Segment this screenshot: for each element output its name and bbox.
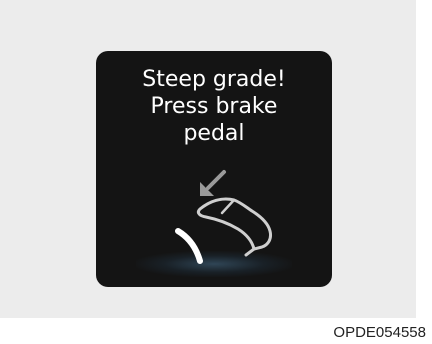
figure-code: OPDE054558 <box>333 324 426 341</box>
brake-illustration <box>175 170 272 264</box>
down-arrow-icon <box>200 170 226 196</box>
figure-frame: Steep grade! Press brake pedal <box>0 0 416 318</box>
brake-pedal-icon <box>175 228 203 264</box>
cluster-display: Steep grade! Press brake pedal <box>96 51 332 287</box>
brake-foot-icon <box>196 197 272 257</box>
